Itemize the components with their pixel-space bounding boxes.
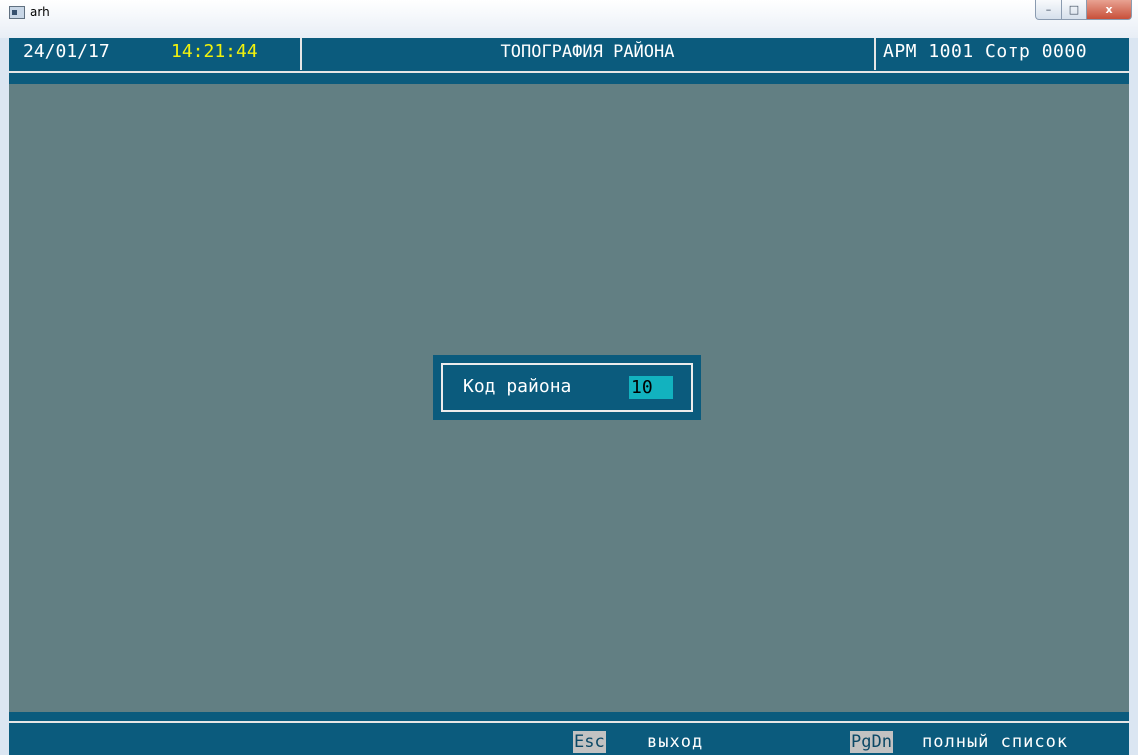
exit-label: выход [647, 732, 704, 752]
header-bar: 24/01/17 14:21:44 ТОПОГРАФИЯ РАЙОНА АРМ … [9, 38, 1129, 84]
footer-bar: Esc выход PgDn полный список [9, 712, 1129, 755]
window-controls: – □ x [1035, 0, 1132, 20]
window-border-right [1129, 38, 1138, 755]
window-titlebar[interactable]: arh – □ x [0, 0, 1138, 38]
header-date: 24/01/17 [23, 41, 110, 62]
console-area: 24/01/17 14:21:44 ТОПОГРАФИЯ РАЙОНА АРМ … [9, 38, 1129, 755]
header-divider [874, 38, 876, 70]
application-window: arh – □ x 24/01/17 14:21:44 ТОПОГРАФИЯ Р… [0, 0, 1138, 755]
maximize-button[interactable]: □ [1062, 0, 1087, 20]
full-list-label: полный список [922, 732, 1069, 752]
esc-key-hint[interactable]: Esc [573, 731, 606, 753]
minimize-button[interactable]: – [1035, 0, 1062, 20]
dialog-frame: Код района 10 [441, 363, 693, 412]
footer-separator-line [9, 721, 1129, 723]
console-window-icon [9, 6, 25, 19]
district-code-label: Код района [463, 376, 572, 397]
workstation-info: АРМ 1001 Сотр 0000 [883, 41, 1088, 62]
close-button[interactable]: x [1087, 0, 1132, 20]
district-code-dialog: Код района 10 [433, 355, 701, 420]
district-code-input[interactable]: 10 [629, 376, 673, 399]
window-border-left [0, 38, 9, 755]
window-title: arh [30, 5, 50, 19]
page-title: ТОПОГРАФИЯ РАЙОНА [500, 42, 675, 62]
header-row: 24/01/17 14:21:44 ТОПОГРАФИЯ РАЙОНА АРМ … [9, 38, 1129, 70]
header-time: 14:21:44 [171, 41, 258, 62]
pgdn-key-hint[interactable]: PgDn [850, 731, 893, 753]
header-separator-line [9, 71, 1129, 73]
